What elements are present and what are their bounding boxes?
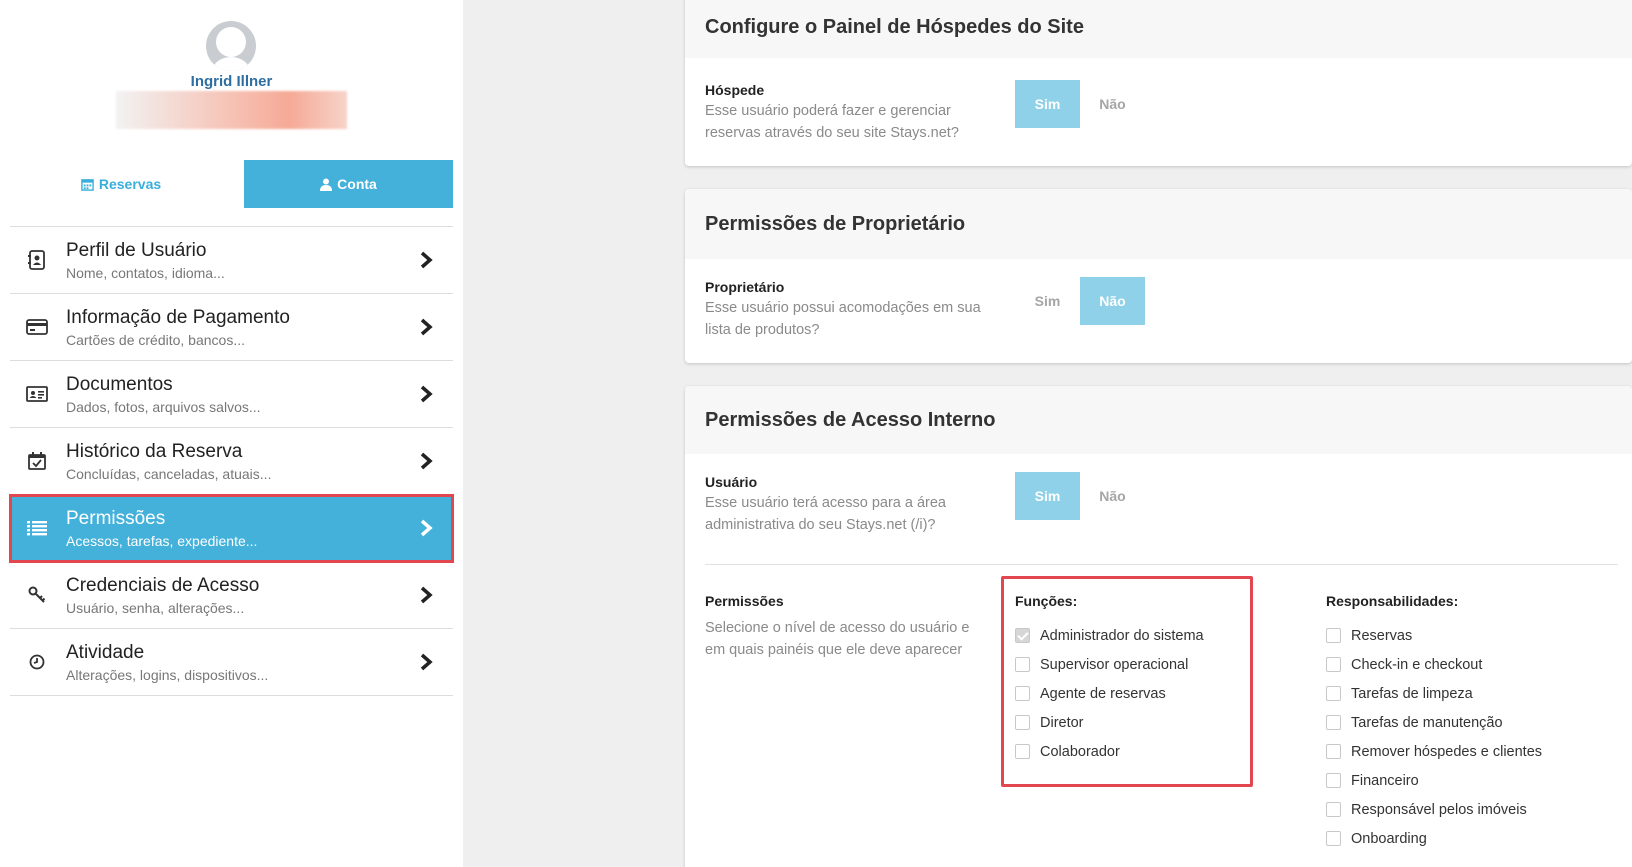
responsibility-label: Reservas (1351, 627, 1413, 644)
tab-reservas[interactable]: Reservas (10, 160, 232, 208)
responsibility-label: Tarefas de limpeza (1351, 685, 1473, 702)
menu-subtitle: Dados, fotos, arquivos salvos... (66, 399, 261, 415)
guest-description: Esse usuário poderá fazer e gerenciar re… (705, 103, 959, 141)
permissions-description: Selecione o nível de acesso do usuário e… (705, 620, 970, 658)
guest-yes-button[interactable]: Sim (1015, 80, 1080, 128)
responsibility-option[interactable]: Financeiro (1326, 766, 1542, 795)
responsibility-label: Tarefas de manutenção (1351, 714, 1503, 731)
permissions-label: Permissões (705, 593, 784, 609)
menu-subtitle: Acessos, tarefas, expediente... (66, 533, 258, 549)
card-title: Permissões de Acesso Interno (685, 386, 1632, 454)
menu-title: Documentos (66, 374, 173, 395)
checkbox[interactable] (1326, 744, 1341, 759)
tab-reservas-label: Reservas (98, 176, 162, 192)
checkbox[interactable] (1326, 657, 1341, 672)
checkbox[interactable] (1326, 802, 1341, 817)
internal-user-label: Usuário (705, 474, 758, 490)
credit-card-icon (26, 316, 48, 338)
checkbox[interactable] (1326, 831, 1341, 846)
menu-subtitle: Concluídas, canceladas, atuais... (66, 466, 272, 482)
id-card-icon (26, 383, 48, 405)
menu-item-documentos[interactable]: Documentos Dados, fotos, arquivos salvos… (10, 361, 453, 428)
menu-title: Histórico da Reserva (66, 441, 243, 462)
checkbox[interactable] (1326, 773, 1341, 788)
menu-item-atividade[interactable]: Atividade Alterações, logins, dispositiv… (10, 629, 453, 696)
chevron-right-icon (420, 519, 433, 537)
guest-label: Hóspede (705, 82, 765, 98)
menu-title: Informação de Pagamento (66, 307, 290, 328)
responsibilities-title: Responsabilidades: (1326, 593, 1459, 609)
list-icon (26, 517, 48, 539)
menu-subtitle: Usuário, senha, alterações... (66, 600, 245, 616)
divider (705, 564, 1618, 565)
menu-item-pagamento[interactable]: Informação de Pagamento Cartões de crédi… (10, 294, 453, 361)
internal-user-description: Esse usuário terá acesso para a área adm… (705, 495, 946, 533)
responsibility-label: Check-in e checkout (1351, 656, 1483, 673)
responsibility-option[interactable]: Remover hóspedes e clientes (1326, 737, 1542, 766)
card-title: Permissões de Proprietário (685, 189, 1632, 259)
internal-no-button[interactable]: Não (1080, 472, 1145, 520)
chevron-right-icon (420, 586, 433, 604)
menu-title: Perfil de Usuário (66, 240, 207, 261)
internal-yes-button[interactable]: Sim (1015, 472, 1080, 520)
guest-no-button[interactable]: Não (1080, 80, 1145, 128)
menu-subtitle: Cartões de crédito, bancos... (66, 332, 245, 348)
owner-permissions-card: Permissões de Proprietário Proprietário … (685, 189, 1632, 363)
redacted-info (116, 91, 347, 129)
contact-card-icon (26, 249, 48, 271)
checkbox[interactable] (1326, 715, 1341, 730)
avatar[interactable] (206, 21, 256, 71)
owner-yes-button[interactable]: Sim (1015, 277, 1080, 325)
responsibility-option[interactable]: Onboarding (1326, 824, 1542, 853)
calendar-check-icon (26, 450, 48, 472)
site-panel-card: Configure o Painel de Hóspedes do Site H… (685, 0, 1632, 166)
responsibility-option[interactable]: Tarefas de manutenção (1326, 708, 1542, 737)
checkbox[interactable] (1326, 686, 1341, 701)
chevron-right-icon (420, 653, 433, 671)
responsibility-option[interactable]: Reservas (1326, 621, 1542, 650)
chevron-right-icon (420, 385, 433, 403)
menu-title: Credenciais de Acesso (66, 575, 260, 596)
menu-subtitle: Nome, contatos, idioma... (66, 265, 225, 281)
responsibility-label: Onboarding (1351, 830, 1427, 847)
responsibility-label: Responsável pelos imóveis (1351, 801, 1527, 818)
user-icon (320, 178, 333, 191)
responsibility-label: Financeiro (1351, 772, 1419, 789)
tab-conta[interactable]: Conta (244, 160, 453, 208)
account-menu: Perfil de Usuário Nome, contatos, idioma… (9, 226, 454, 696)
responsibility-option[interactable]: Tarefas de limpeza (1326, 679, 1542, 708)
menu-item-credenciais[interactable]: Credenciais de Acesso Usuário, senha, al… (10, 562, 453, 629)
chevron-right-icon (420, 452, 433, 470)
responsibilities-list: Reservas Check-in e checkout Tarefas de … (1326, 621, 1542, 853)
clock-icon (26, 651, 48, 673)
responsibility-label: Remover hóspedes e clientes (1351, 743, 1543, 760)
responsibility-option[interactable]: Responsável pelos imóveis (1326, 795, 1542, 824)
sidebar: Ingrid Illner Reservas Conta Perfil de U… (0, 0, 463, 867)
calendar-icon (81, 178, 94, 191)
tab-conta-label: Conta (337, 176, 377, 192)
checkbox[interactable] (1326, 628, 1341, 643)
menu-item-perfil[interactable]: Perfil de Usuário Nome, contatos, idioma… (10, 227, 453, 294)
chevron-right-icon (420, 318, 433, 336)
functions-highlight-box (1001, 576, 1253, 787)
menu-subtitle: Alterações, logins, dispositivos... (66, 667, 269, 683)
menu-title: Permissões (66, 508, 166, 529)
responsibility-option[interactable]: Check-in e checkout (1326, 650, 1542, 679)
chevron-right-icon (420, 251, 433, 269)
key-icon (26, 584, 48, 606)
menu-item-historico[interactable]: Histórico da Reserva Concluídas, cancela… (10, 428, 453, 495)
card-title: Configure o Painel de Hóspedes do Site (685, 0, 1632, 58)
menu-title: Atividade (66, 642, 145, 663)
owner-label: Proprietário (705, 279, 785, 295)
menu-item-permissoes[interactable]: Permissões Acessos, tarefas, expediente.… (9, 494, 454, 563)
user-name[interactable]: Ingrid Illner (0, 73, 463, 90)
owner-description: Esse usuário possui acomodações em sua l… (705, 300, 981, 338)
owner-no-button[interactable]: Não (1080, 277, 1145, 325)
